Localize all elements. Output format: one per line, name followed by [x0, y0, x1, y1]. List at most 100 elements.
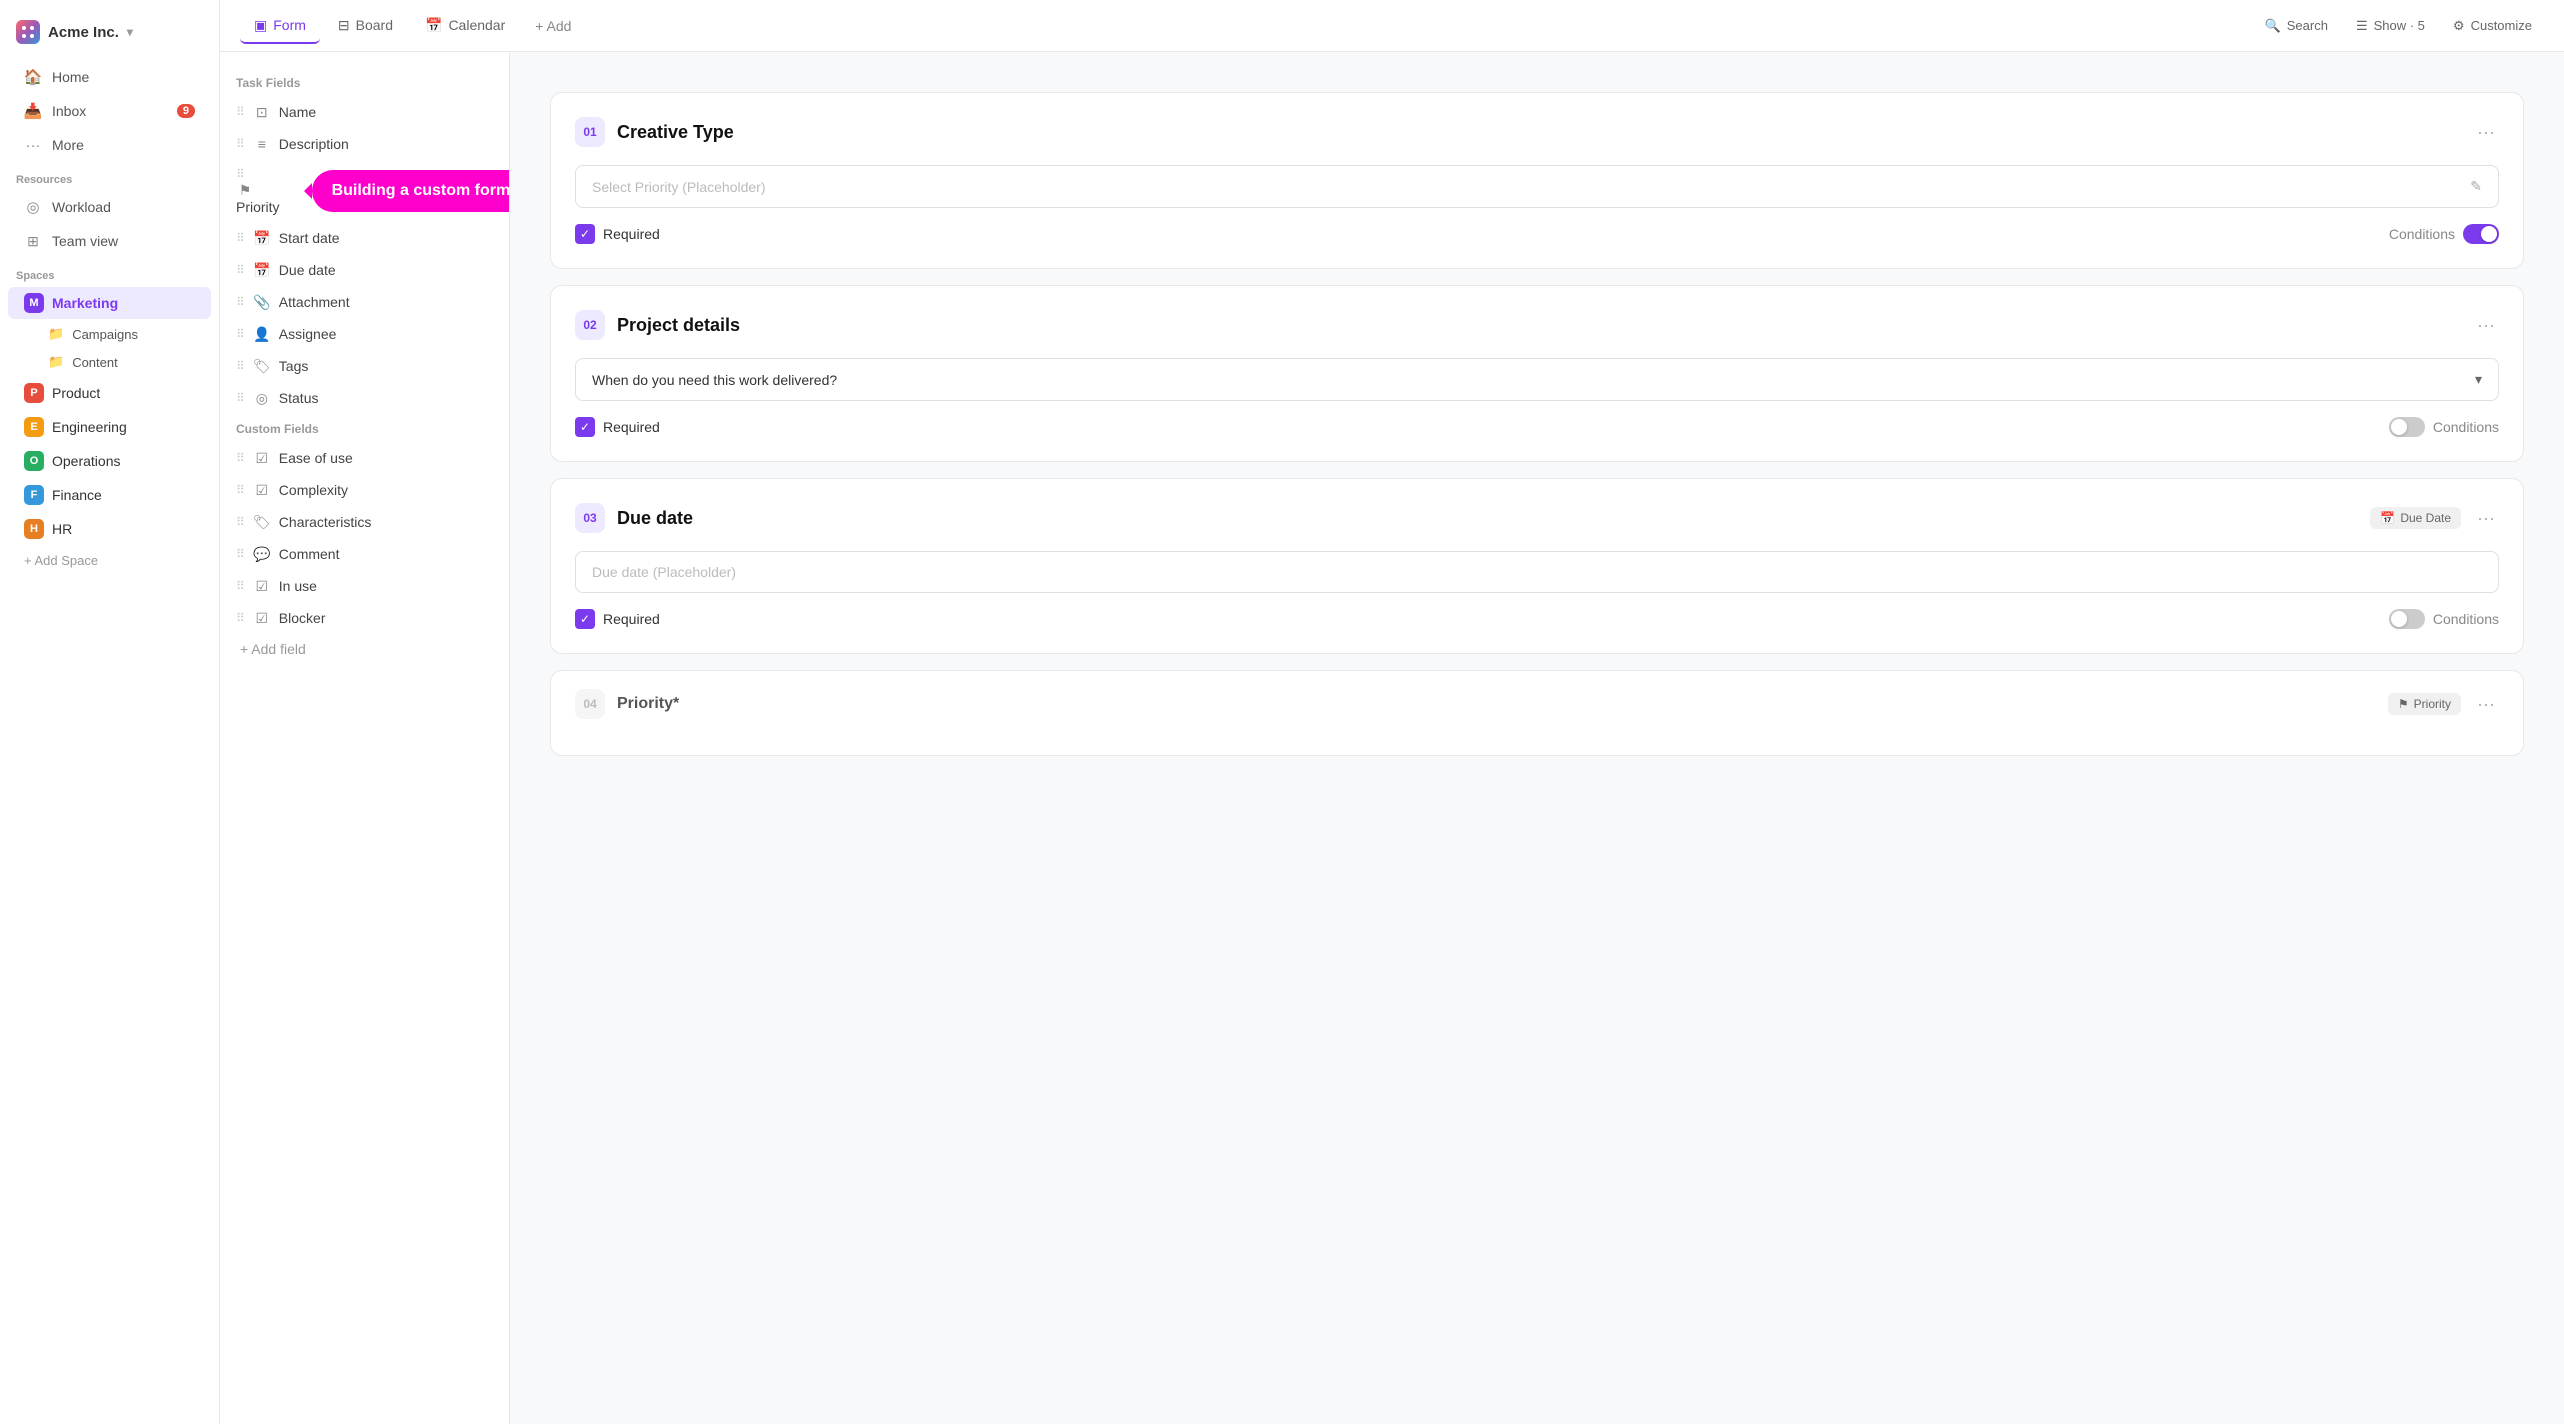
- field-label: Name: [279, 104, 316, 120]
- field-icon-in-use: ☑: [253, 577, 271, 595]
- field-ease-of-use[interactable]: ⠿ ☑ Ease of use: [220, 442, 509, 474]
- required-checkbox[interactable]: ✓: [575, 224, 595, 244]
- drag-handle[interactable]: ⠿: [236, 359, 245, 373]
- field-comment[interactable]: ⠿ 💬 Comment: [220, 538, 509, 570]
- required-checkbox[interactable]: ✓: [575, 417, 595, 437]
- space-label: Operations: [52, 453, 120, 469]
- sidebar-item-more[interactable]: ··· More: [8, 129, 211, 161]
- field-tags[interactable]: ⠿ 🏷 Tags: [220, 350, 509, 382]
- field-priority[interactable]: ⠿ ⚑ Priority Building a custom form: [220, 160, 296, 222]
- card-select[interactable]: When do you need this work delivered? ▾: [575, 358, 2499, 401]
- main: ▣ Form ⊟ Board 📅 Calendar + Add 🔍 Search…: [220, 0, 2564, 1424]
- sidebar-item-inbox[interactable]: 📥 Inbox 9: [8, 95, 211, 127]
- sidebar-item-team-view[interactable]: ⊞ Team view: [8, 225, 211, 257]
- field-due-date[interactable]: ⠿ 📅 Due date: [220, 254, 509, 286]
- brand[interactable]: Acme Inc. ▾: [0, 12, 219, 60]
- field-attachment[interactable]: ⠿ 📎 Attachment: [220, 286, 509, 318]
- badge-icon: ⚑: [2398, 697, 2409, 711]
- drag-handle[interactable]: ⠿: [236, 327, 245, 341]
- sidebar-space-finance[interactable]: F Finance: [8, 479, 211, 511]
- drag-handle[interactable]: ⠿: [236, 611, 245, 625]
- field-assignee[interactable]: ⠿ 👤 Assignee: [220, 318, 509, 350]
- field-status[interactable]: ⠿ ◎ Status: [220, 382, 509, 414]
- sidebar-space-engineering[interactable]: E Engineering: [8, 411, 211, 443]
- sidebar-space-product[interactable]: P Product: [8, 377, 211, 409]
- card-more-button[interactable]: ···: [2473, 504, 2499, 533]
- conditions-toggle[interactable]: [2389, 417, 2425, 437]
- drag-handle[interactable]: ⠿: [236, 167, 280, 181]
- sidebar-space-hr[interactable]: H HR: [8, 513, 211, 545]
- drag-handle[interactable]: ⠿: [236, 105, 245, 119]
- field-complexity[interactable]: ⠿ ☑ Complexity: [220, 474, 509, 506]
- add-field-label: + Add field: [240, 641, 306, 657]
- team-view-icon: ⊞: [24, 232, 42, 250]
- add-space-button[interactable]: + Add Space: [8, 547, 211, 574]
- field-label: Due date: [279, 262, 336, 278]
- card-header: 01 Creative Type ···: [575, 117, 2499, 147]
- placeholder-text: Select Priority (Placeholder): [592, 179, 766, 195]
- customize-button[interactable]: ⚙ Customize: [2441, 11, 2544, 41]
- card-number: 01: [575, 117, 605, 147]
- sidebar-item-home[interactable]: 🏠 Home: [8, 61, 211, 93]
- card-more-button[interactable]: ···: [2473, 690, 2499, 719]
- add-tab-button[interactable]: + Add: [523, 10, 583, 42]
- field-icon-due-date: 📅: [253, 261, 271, 279]
- card-title: Due date: [617, 508, 2358, 529]
- drag-handle[interactable]: ⠿: [236, 231, 245, 245]
- field-characteristics[interactable]: ⠿ 🏷 Characteristics: [220, 506, 509, 538]
- search-button[interactable]: 🔍 Search: [2253, 11, 2340, 41]
- field-name[interactable]: ⠿ ⊡ Name: [220, 96, 509, 128]
- space-icon-hr: H: [24, 519, 44, 539]
- field-label: Start date: [279, 230, 340, 246]
- sidebar-item-label: Team view: [52, 233, 118, 249]
- drag-handle[interactable]: ⠿: [236, 547, 245, 561]
- field-description[interactable]: ⠿ ≡ Description: [220, 128, 509, 160]
- conditions-toggle[interactable]: [2389, 609, 2425, 629]
- customize-label: Customize: [2471, 18, 2532, 33]
- space-icon-marketing: M: [24, 293, 44, 313]
- drag-handle[interactable]: ⠿: [236, 451, 245, 465]
- card-input-placeholder[interactable]: Due date (Placeholder): [575, 551, 2499, 593]
- more-icon: ···: [24, 136, 42, 154]
- card-number: 03: [575, 503, 605, 533]
- show-button[interactable]: ☰ Show · 5: [2344, 11, 2437, 41]
- tab-calendar[interactable]: 📅 Calendar: [411, 9, 519, 44]
- tab-label: Calendar: [448, 17, 505, 33]
- sidebar-item-workload[interactable]: ◎ Workload: [8, 191, 211, 223]
- sidebar-space-marketing[interactable]: M Marketing: [8, 287, 211, 319]
- custom-fields-label: Custom Fields: [220, 414, 509, 442]
- sidebar-sub-campaigns[interactable]: 📁 Campaigns: [8, 321, 211, 347]
- drag-handle[interactable]: ⠿: [236, 391, 245, 405]
- add-field-button[interactable]: + Add field: [220, 634, 509, 664]
- edit-icon[interactable]: ✎: [2470, 178, 2482, 195]
- card-more-button[interactable]: ···: [2473, 311, 2499, 340]
- drag-handle[interactable]: ⠿: [236, 295, 245, 309]
- board-tab-icon: ⊟: [338, 17, 350, 34]
- drag-handle[interactable]: ⠿: [236, 483, 245, 497]
- drag-handle[interactable]: ⠿: [236, 263, 245, 277]
- card-title: Project details: [617, 315, 2461, 336]
- field-label: In use: [279, 578, 317, 594]
- drag-handle[interactable]: ⠿: [236, 515, 245, 529]
- sub-item-label: Campaigns: [72, 327, 138, 342]
- tab-form[interactable]: ▣ Form: [240, 9, 320, 44]
- sub-item-label: Content: [72, 355, 118, 370]
- card-more-button[interactable]: ···: [2473, 118, 2499, 147]
- show-icon: ☰: [2356, 18, 2368, 34]
- field-blocker[interactable]: ⠿ ☑ Blocker: [220, 602, 509, 634]
- required-checkbox[interactable]: ✓: [575, 609, 595, 629]
- drag-handle[interactable]: ⠿: [236, 579, 245, 593]
- field-start-date[interactable]: ⠿ 📅 Start date: [220, 222, 509, 254]
- sidebar-space-operations[interactable]: O Operations: [8, 445, 211, 477]
- card-input-placeholder[interactable]: Select Priority (Placeholder) ✎: [575, 165, 2499, 208]
- conditions-label: Conditions: [2433, 419, 2499, 435]
- drag-handle[interactable]: ⠿: [236, 137, 245, 151]
- conditions-toggle[interactable]: [2463, 224, 2499, 244]
- sidebar-sub-content[interactable]: 📁 Content: [8, 349, 211, 375]
- sidebar-item-label: Workload: [52, 199, 111, 215]
- field-in-use[interactable]: ⠿ ☑ In use: [220, 570, 509, 602]
- tab-board[interactable]: ⊟ Board: [324, 9, 407, 44]
- field-icon-complexity: ☑: [253, 481, 271, 499]
- space-label: Product: [52, 385, 100, 401]
- field-icon-assignee: 👤: [253, 325, 271, 343]
